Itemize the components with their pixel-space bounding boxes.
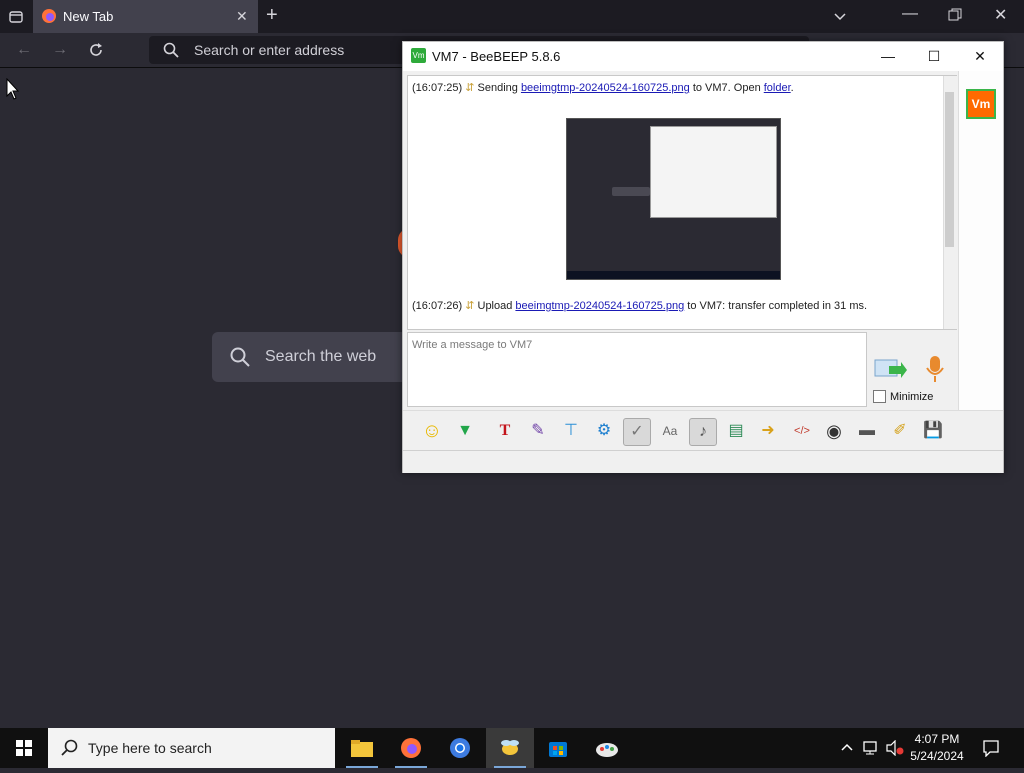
- thumbnail-window: [650, 126, 777, 218]
- chrome-icon[interactable]: [436, 728, 484, 768]
- microphone-icon[interactable]: [923, 354, 947, 384]
- clock-time: 4:07 PM: [914, 732, 960, 746]
- firefox-icon[interactable]: [387, 728, 435, 768]
- newtab-search-box[interactable]: Search the web: [212, 332, 422, 382]
- message-prefix: Sending: [477, 82, 518, 94]
- start-button[interactable]: [0, 728, 48, 768]
- minimize-checkbox[interactable]: [873, 390, 886, 403]
- tab-new-tab[interactable]: New Tab ✕: [33, 0, 258, 33]
- chevron-up-icon[interactable]: [840, 740, 854, 758]
- message-prefix: Upload: [477, 300, 513, 312]
- file-explorer-icon[interactable]: [338, 728, 386, 768]
- beebeep-icon[interactable]: [486, 728, 534, 768]
- system-clock[interactable]: 4:07 PM 5/24/2024: [902, 731, 972, 765]
- message-middle: to VM7: transfer completed in 31 ms.: [687, 300, 868, 312]
- close-icon[interactable]: ✕: [236, 8, 248, 24]
- thumbnail-search: [612, 187, 650, 196]
- minimize-label: Minimize: [890, 391, 934, 403]
- tab-list-icon[interactable]: [8, 9, 24, 29]
- minimize-icon[interactable]: —: [902, 6, 918, 22]
- reload-icon[interactable]: [88, 42, 104, 63]
- file-link[interactable]: beeimgtmp-20240524-160725.png: [521, 82, 690, 94]
- file-link[interactable]: beeimgtmp-20240524-160725.png: [515, 300, 684, 312]
- message-placeholder: Write a message to VM7: [412, 339, 533, 351]
- chat-message: (16:07:25) ⇵ Sending beeimgtmp-20240524-…: [412, 81, 794, 94]
- taskbar-search-placeholder: Type here to search: [88, 740, 212, 756]
- search-icon: [163, 42, 179, 63]
- close-window-icon[interactable]: ✕: [957, 42, 1003, 71]
- back-icon[interactable]: ←: [16, 42, 32, 58]
- file-icon[interactable]: ▤: [723, 418, 749, 444]
- users-panel: [958, 71, 1003, 411]
- store-icon[interactable]: [534, 728, 582, 768]
- paint-icon[interactable]: [583, 728, 631, 768]
- message-middle: to VM7. Open: [692, 82, 761, 94]
- firefox-icon: [41, 8, 57, 29]
- chat-message: (16:07:26) ⇵ Upload beeimgtmp-20240524-1…: [412, 299, 867, 312]
- mouse-cursor-icon: [6, 77, 20, 105]
- search-icon: [230, 347, 250, 372]
- file-transfer-icon: ⇵: [465, 300, 475, 312]
- filter-icon[interactable]: ⊤: [558, 418, 584, 444]
- message-time: (16:07:25): [412, 82, 463, 94]
- beebeep-titlebar[interactable]: Vm VM7 - BeeBEEP 5.8.6 — ☐ ✕: [403, 42, 1003, 71]
- chat-scrollbar-thumb[interactable]: [945, 92, 954, 247]
- message-input[interactable]: Write a message to VM7: [407, 332, 867, 407]
- folder-link[interactable]: folder: [764, 82, 791, 94]
- send-button[interactable]: [873, 356, 907, 384]
- screenshot-thumbnail[interactable]: [566, 118, 781, 280]
- spellcheck-icon[interactable]: ✓: [623, 418, 651, 446]
- status-bar: [403, 450, 1003, 473]
- screenshot-icon[interactable]: ◉: [821, 418, 847, 444]
- clock-date: 5/24/2024: [910, 749, 964, 763]
- compact-icon[interactable]: ♪: [689, 418, 717, 446]
- tab-strip: New Tab ✕ + — ✕: [0, 0, 1024, 33]
- thumbnail-taskbar: [567, 271, 780, 279]
- notes-icon[interactable]: ✐: [887, 418, 913, 444]
- newtab-search-placeholder: Search the web: [265, 348, 377, 365]
- text-down-icon[interactable]: ▼: [452, 418, 478, 444]
- emoticon-icon[interactable]: ☺: [419, 418, 445, 444]
- chevron-down-icon[interactable]: [832, 8, 848, 28]
- chat-history[interactable]: (16:07:25) ⇵ Sending beeimgtmp-20240524-…: [407, 75, 957, 330]
- settings-gear-icon[interactable]: ⚙: [591, 418, 617, 444]
- search-icon: [60, 739, 78, 762]
- html-icon[interactable]: </>: [789, 418, 815, 444]
- address-placeholder: Search or enter address: [194, 42, 345, 58]
- text-box-icon[interactable]: Aa: [657, 418, 683, 444]
- message-time: (16:07:26): [412, 300, 463, 312]
- close-window-icon[interactable]: ✕: [994, 8, 1007, 24]
- terminal-icon[interactable]: ▬: [854, 418, 880, 444]
- taskbar: Type here to search 4:07 PM 5/24/2024: [0, 728, 1024, 768]
- new-tab-icon[interactable]: +: [266, 5, 278, 25]
- beebeep-app-icon: Vm: [411, 48, 426, 63]
- font-icon[interactable]: T: [492, 418, 518, 444]
- notification-icon[interactable]: [982, 739, 1000, 762]
- tab-title: New Tab: [63, 9, 114, 24]
- chat-toolbar: ☺ ▼ T ✎ ⊤ ⚙ ✓ Aa ♪ ▤ ➜ </> ◉ ▬ ✐ 💾: [403, 410, 1003, 451]
- taskbar-search[interactable]: Type here to search: [48, 728, 335, 768]
- network-icon[interactable]: [862, 740, 880, 761]
- beebeep-window: Vm VM7 - BeeBEEP 5.8.6 — ☐ ✕ (16:07:25) …: [402, 41, 1004, 473]
- send-file-icon[interactable]: ➜: [755, 418, 781, 444]
- file-transfer-icon: ⇵: [465, 82, 475, 94]
- restore-icon[interactable]: [948, 8, 962, 26]
- forward-icon[interactable]: →: [52, 42, 68, 58]
- save-icon[interactable]: 💾: [920, 418, 946, 444]
- message-suffix: .: [790, 82, 794, 94]
- user-avatar[interactable]: Vm: [966, 89, 996, 119]
- beebeep-title: VM7 - BeeBEEP 5.8.6: [432, 49, 561, 64]
- color-picker-icon[interactable]: ✎: [525, 418, 551, 444]
- maximize-icon[interactable]: ☐: [911, 42, 957, 71]
- minimize-icon[interactable]: —: [865, 42, 911, 71]
